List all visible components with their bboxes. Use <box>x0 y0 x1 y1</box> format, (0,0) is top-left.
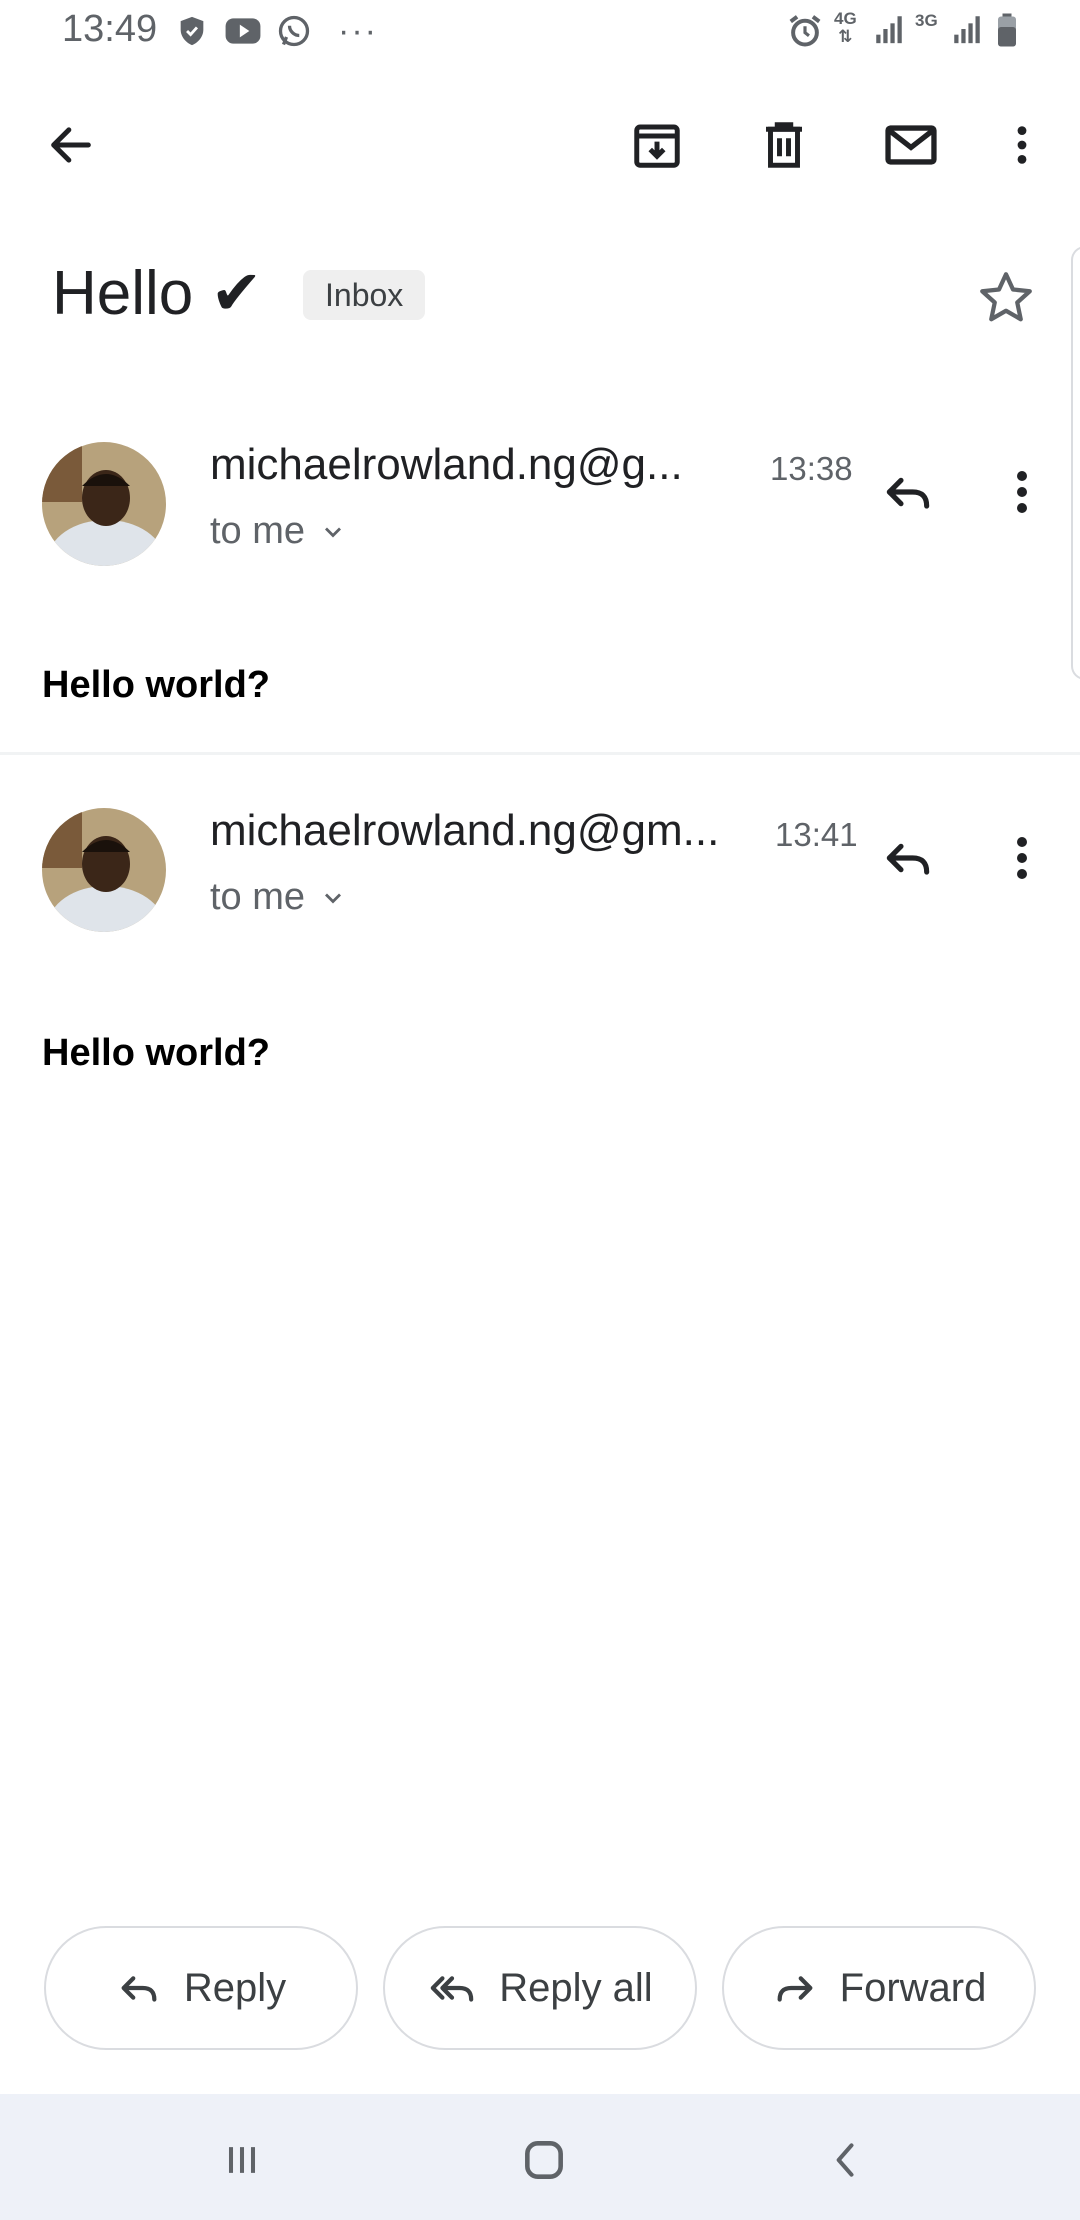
reply-all-icon <box>431 1976 474 2002</box>
home-icon <box>525 2141 563 2179</box>
forward-button[interactable]: Forward <box>722 1926 1036 2050</box>
recipient-details-toggle[interactable]: to me <box>210 876 347 919</box>
message-divider <box>0 752 1080 755</box>
signal-icon <box>950 12 984 46</box>
forward-icon <box>777 1976 813 2002</box>
star-button[interactable] <box>976 268 1036 333</box>
recent-apps-button[interactable] <box>192 2110 292 2210</box>
sender-avatar[interactable] <box>42 808 166 932</box>
message-more-button[interactable] <box>998 830 1046 891</box>
mark-unread-button[interactable] <box>866 100 956 190</box>
network-type-1: 4G ⇅ <box>834 9 857 46</box>
message-time: 13:38 <box>770 450 853 487</box>
more-vert-icon <box>1017 837 1027 879</box>
recipient-details-toggle[interactable]: to me <box>210 510 347 553</box>
star-icon <box>980 272 1032 322</box>
reply-button[interactable] <box>880 464 936 525</box>
nav-back-button[interactable] <box>796 2110 896 2210</box>
recipient-label: to me <box>210 876 306 918</box>
reply-all-button[interactable]: Reply all <box>383 1926 697 2050</box>
scroll-indicator <box>1071 246 1080 680</box>
more-options-button[interactable] <box>977 100 1067 190</box>
shield-icon <box>175 14 209 48</box>
more-vert-icon <box>1017 126 1027 164</box>
alarm-icon <box>786 12 824 50</box>
message-more-button[interactable] <box>998 464 1046 525</box>
mark-unread-icon <box>885 125 937 165</box>
reply-label: Reply <box>183 1965 287 2010</box>
reply-icon <box>886 843 930 875</box>
inbox-label-chip[interactable]: Inbox <box>303 270 426 320</box>
chevron-left-icon <box>836 2143 854 2177</box>
chevron-down-icon <box>325 893 342 903</box>
reply-button[interactable] <box>880 830 936 891</box>
reply-button[interactable]: Reply <box>44 1926 358 2050</box>
back-button[interactable] <box>26 100 116 190</box>
home-button[interactable] <box>494 2110 594 2210</box>
youtube-icon <box>224 15 262 47</box>
recipient-label: to me <box>210 510 306 552</box>
signal-icon <box>872 12 906 46</box>
message-body: Hello world? <box>42 664 270 706</box>
archive-button[interactable] <box>612 100 702 190</box>
status-time: 13:49 <box>62 8 158 50</box>
recent-apps-icon <box>228 2147 256 2173</box>
delete-icon <box>766 122 802 168</box>
chevron-down-icon <box>325 527 342 537</box>
more-vert-icon <box>1017 471 1027 513</box>
email-subject: Hello ✔ <box>52 259 263 328</box>
archive-icon <box>634 124 680 168</box>
battery-icon <box>994 12 1020 48</box>
delete-button[interactable] <box>739 100 829 190</box>
reply-all-label: Reply all <box>499 1965 653 2010</box>
sender-avatar[interactable] <box>42 442 166 566</box>
forward-label: Forward <box>839 1965 987 2010</box>
back-arrow-icon <box>51 127 91 163</box>
sender-name: michaelrowland.ng@g... <box>210 440 683 489</box>
reply-icon <box>886 477 930 509</box>
message-time: 13:41 <box>775 816 858 853</box>
reply-icon <box>121 1976 157 2002</box>
message-body: Hello world? <box>42 1032 270 1074</box>
sender-name: michaelrowland.ng@gm... <box>210 806 720 855</box>
network-type-2: 3G <box>915 11 938 30</box>
more-notifications-icon: ··· <box>338 12 378 50</box>
whatsapp-icon <box>276 13 312 49</box>
